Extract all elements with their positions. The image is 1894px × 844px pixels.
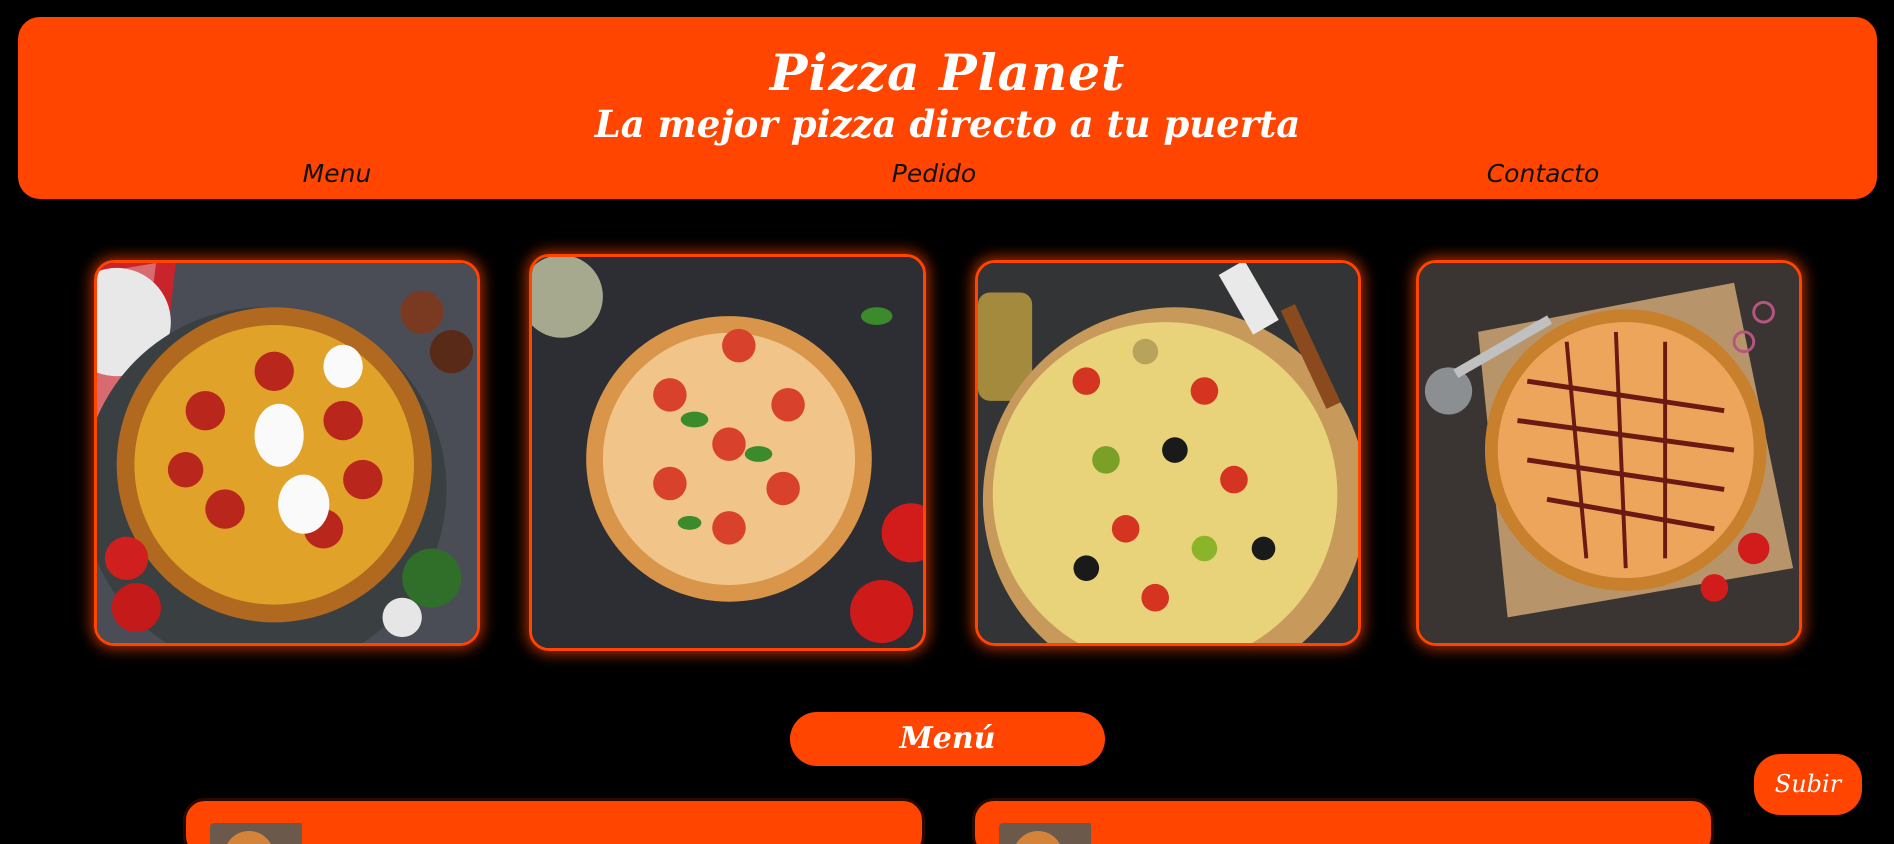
nav-link-pedido[interactable]: Pedido [892, 159, 976, 188]
menu-item-panel [183, 798, 925, 844]
nav-link-contacto[interactable]: Contacto [1487, 159, 1600, 188]
pizza-card-bbq [1416, 260, 1802, 646]
pizza-card-vegetable [975, 260, 1361, 646]
site-header: Pizza Planet La mejor pizza directo a tu… [18, 17, 1877, 199]
menu-item-panel [972, 798, 1714, 844]
vegetable-pizza-image [978, 263, 1358, 643]
pizza-card-margherita [529, 254, 926, 651]
main-nav: Menu Pedido Contacto [18, 159, 1877, 195]
menu-item-thumbnail [999, 823, 1091, 844]
site-title: Pizza Planet [769, 43, 1126, 102]
menu-item-thumbnail [210, 823, 302, 844]
nav-link-menu[interactable]: Menu [303, 159, 372, 188]
pepperoni-pizza-image [97, 263, 477, 643]
scroll-to-top-button[interactable]: Subir [1754, 754, 1862, 815]
margherita-pizza-image [532, 257, 923, 648]
bbq-pizza-image [1419, 263, 1799, 643]
pizza-card-pepperoni [94, 260, 480, 646]
site-subtitle: La mejor pizza directo a tu puerta [594, 102, 1301, 146]
menu-section-heading: Menú [790, 712, 1105, 766]
